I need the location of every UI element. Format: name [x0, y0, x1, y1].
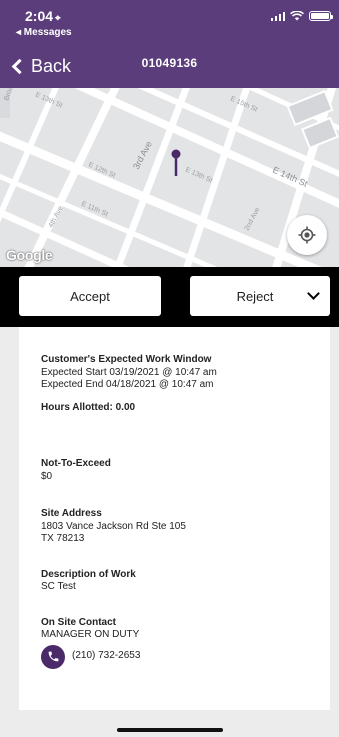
cellular-signal-icon — [270, 11, 285, 21]
expected-start: Expected Start 03/19/2021 @ 10:47 am — [41, 366, 217, 378]
contact-label: On Site Contact — [41, 616, 117, 628]
description-label: Description of Work — [41, 568, 136, 580]
battery-icon — [309, 11, 333, 21]
reject-button-label: Reject — [236, 288, 274, 304]
crosshair-icon — [298, 226, 316, 244]
reject-button[interactable]: Reject — [190, 276, 330, 316]
wifi-icon — [290, 11, 304, 21]
nte-label: Not-To-Exceed — [41, 458, 111, 469]
work-order-details: Customer's Expected Work Window Expected… — [19, 327, 330, 710]
accept-button[interactable]: Accept — [19, 276, 161, 316]
work-window-section: Customer's Expected Work Window Expected… — [41, 354, 330, 392]
my-location-button[interactable] — [287, 215, 327, 255]
contact-section: On Site Contact MANAGER ON DUTY (210) 73… — [41, 617, 330, 669]
expected-end: Expected End 04/18/2021 @ 10:47 am — [41, 379, 214, 390]
description-value: SC Test — [41, 581, 76, 592]
contact-name: MANAGER ON DUTY — [41, 629, 140, 640]
nte-value: $0 — [41, 470, 53, 482]
hours-allotted: Hours Allotted: 0.00 — [41, 401, 136, 413]
page-title: 01049136 — [141, 56, 198, 70]
phone-call-button[interactable] — [41, 644, 65, 669]
clock-text: 2:04 — [25, 8, 54, 24]
app-header: 2:04 ⌖ ◂ Messages Back 01049136 — [0, 0, 339, 88]
site-address-label: Site Address — [41, 508, 102, 519]
description-section: Description of Work SC Test — [41, 569, 330, 594]
back-to-messages-link[interactable]: ◂ Messages — [16, 27, 72, 38]
nte-section: Not-To-Exceed $0 — [41, 458, 330, 483]
accept-button-label: Accept — [70, 288, 110, 304]
google-logo: Google — [6, 247, 53, 263]
action-bar: Accept Reject — [0, 267, 339, 327]
phone-icon — [48, 651, 58, 662]
site-address-line1: 1803 Vance Jackson Rd Ste 105 — [41, 520, 186, 532]
site-address-section: Site Address 1803 Vance Jackson Rd Ste 1… — [41, 508, 330, 546]
chevron-down-icon[interactable] — [307, 287, 320, 300]
status-icons — [270, 11, 333, 21]
home-indicator[interactable] — [117, 728, 223, 732]
location-arrow-icon: ⌖ — [55, 13, 61, 24]
site-address-line2: TX 78213 — [41, 533, 85, 544]
status-time: 2:04 ⌖ — [25, 8, 61, 24]
contact-phone-row: (210) 732-2653 — [41, 644, 330, 669]
contact-phone-number[interactable]: (210) 732-2653 — [72, 650, 140, 663]
work-window-label: Customer's Expected Work Window — [41, 354, 212, 365]
